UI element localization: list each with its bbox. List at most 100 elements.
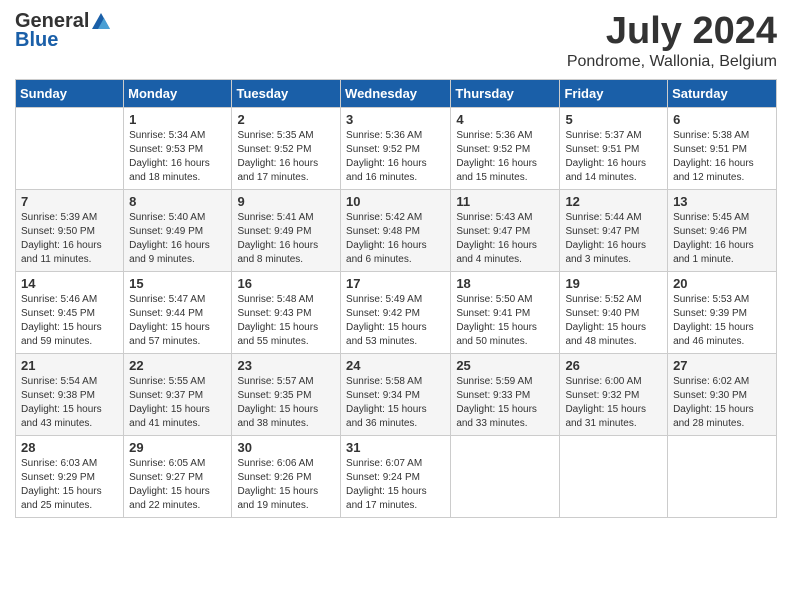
day-number: 21 [21,358,118,373]
day-number: 13 [673,194,771,209]
calendar-cell: 25 Sunrise: 5:59 AM Sunset: 9:33 PM Dayli… [451,354,560,436]
calendar-cell: 30Sunrise: 6:06 AM Sunset: 9:26 PM Dayli… [232,436,341,518]
day-info: Sunrise: 5:53 AM Sunset: 9:39 PM Dayligh… [673,293,771,349]
calendar-cell: 29 Sunrise: 6:05 AM Sunset: 9:27 PM Dayli… [124,436,232,518]
calendar-cell [451,436,560,518]
day-info: Sunrise: 5:37 AM Sunset: 9:51 PM Dayligh… [565,129,662,185]
day-number: 11 [456,194,554,209]
day-info: Sunrise: 6:07 AM Sunset: 9:24 PM Dayligh… [346,457,445,513]
weekday-header: Tuesday [232,80,341,108]
calendar-cell: 2 Sunrise: 5:35 AM Sunset: 9:52 PM Daylig… [232,108,341,190]
day-info: Sunrise: 5:59 AM Sunset: 9:33 PM Dayligh… [456,375,554,431]
calendar-cell [560,436,668,518]
day-info: Sunrise: 6:00 AM Sunset: 9:32 PM Dayligh… [565,375,662,431]
month-title: July 2024 [567,10,777,53]
calendar-cell: 15Sunrise: 5:47 AM Sunset: 9:44 PM Dayli… [124,272,232,354]
day-number: 4 [456,112,554,127]
day-number: 20 [673,276,771,291]
day-info: Sunrise: 5:38 AM Sunset: 9:51 PM Dayligh… [673,129,771,185]
day-number: 17 [346,276,445,291]
calendar-cell: 5Sunrise: 5:37 AM Sunset: 9:51 PM Daylig… [560,108,668,190]
calendar-week-row: 7 Sunrise: 5:39 AM Sunset: 9:50 PM Daylig… [16,190,777,272]
calendar-cell: 12Sunrise: 5:44 AM Sunset: 9:47 PM Dayli… [560,190,668,272]
day-number: 26 [565,358,662,373]
weekday-header: Friday [560,80,668,108]
day-number: 19 [565,276,662,291]
weekday-header: Thursday [451,80,560,108]
day-number: 3 [346,112,445,127]
day-info: Sunrise: 6:06 AM Sunset: 9:26 PM Dayligh… [237,457,335,513]
logo: General Blue [15,10,113,52]
calendar-cell: 28 Sunrise: 6:03 AM Sunset: 9:29 PM Dayli… [16,436,124,518]
day-number: 10 [346,194,445,209]
calendar-cell: 10 Sunrise: 5:42 AM Sunset: 9:48 PM Dayli… [341,190,451,272]
day-info: Sunrise: 6:05 AM Sunset: 9:27 PM Dayligh… [129,457,226,513]
day-number: 12 [565,194,662,209]
day-number: 23 [237,358,335,373]
day-number: 6 [673,112,771,127]
day-info: Sunrise: 5:46 AM Sunset: 9:45 PM Dayligh… [21,293,118,349]
day-info: Sunrise: 5:54 AM Sunset: 9:38 PM Dayligh… [21,375,118,431]
calendar-cell: 24Sunrise: 5:58 AM Sunset: 9:34 PM Dayli… [341,354,451,436]
calendar-week-row: 14 Sunrise: 5:46 AM Sunset: 9:45 PM Dayli… [16,272,777,354]
day-info: Sunrise: 5:40 AM Sunset: 9:49 PM Dayligh… [129,211,226,267]
calendar-cell: 27 Sunrise: 6:02 AM Sunset: 9:30 PM Dayli… [668,354,777,436]
header: General Blue July 2024 Pondrome, Walloni… [15,10,777,71]
logo-blue-text: Blue [15,29,58,52]
day-number: 27 [673,358,771,373]
calendar-cell: 19 Sunrise: 5:52 AM Sunset: 9:40 PM Dayli… [560,272,668,354]
day-info: Sunrise: 5:43 AM Sunset: 9:47 PM Dayligh… [456,211,554,267]
title-section: July 2024 Pondrome, Wallonia, Belgium [567,10,777,71]
day-info: Sunrise: 5:50 AM Sunset: 9:41 PM Dayligh… [456,293,554,349]
day-number: 14 [21,276,118,291]
calendar-week-row: 28 Sunrise: 6:03 AM Sunset: 9:29 PM Dayli… [16,436,777,518]
day-number: 9 [237,194,335,209]
day-info: Sunrise: 5:41 AM Sunset: 9:49 PM Dayligh… [237,211,335,267]
logo-icon [90,11,112,33]
day-number: 31 [346,440,445,455]
day-info: Sunrise: 5:34 AM Sunset: 9:53 PM Dayligh… [129,129,226,185]
calendar-cell: 22 Sunrise: 5:55 AM Sunset: 9:37 PM Dayli… [124,354,232,436]
calendar-cell: 9 Sunrise: 5:41 AM Sunset: 9:49 PM Daylig… [232,190,341,272]
day-info: Sunrise: 5:57 AM Sunset: 9:35 PM Dayligh… [237,375,335,431]
day-info: Sunrise: 5:48 AM Sunset: 9:43 PM Dayligh… [237,293,335,349]
weekday-header: Saturday [668,80,777,108]
day-info: Sunrise: 5:42 AM Sunset: 9:48 PM Dayligh… [346,211,445,267]
day-number: 1 [129,112,226,127]
day-number: 18 [456,276,554,291]
calendar-cell: 26 Sunrise: 6:00 AM Sunset: 9:32 PM Dayli… [560,354,668,436]
calendar-cell: 8 Sunrise: 5:40 AM Sunset: 9:49 PM Daylig… [124,190,232,272]
day-info: Sunrise: 5:45 AM Sunset: 9:46 PM Dayligh… [673,211,771,267]
day-info: Sunrise: 5:47 AM Sunset: 9:44 PM Dayligh… [129,293,226,349]
day-info: Sunrise: 5:55 AM Sunset: 9:37 PM Dayligh… [129,375,226,431]
calendar-cell: 3 Sunrise: 5:36 AM Sunset: 9:52 PM Daylig… [341,108,451,190]
calendar-cell: 23 Sunrise: 5:57 AM Sunset: 9:35 PM Dayli… [232,354,341,436]
day-number: 25 [456,358,554,373]
calendar-cell: 31 Sunrise: 6:07 AM Sunset: 9:24 PM Dayli… [341,436,451,518]
calendar-cell: 20 Sunrise: 5:53 AM Sunset: 9:39 PM Dayli… [668,272,777,354]
weekday-header-row: SundayMondayTuesdayWednesdayThursdayFrid… [16,80,777,108]
calendar-week-row: 21 Sunrise: 5:54 AM Sunset: 9:38 PM Dayli… [16,354,777,436]
calendar-cell [668,436,777,518]
day-number: 29 [129,440,226,455]
weekday-header: Monday [124,80,232,108]
day-info: Sunrise: 5:36 AM Sunset: 9:52 PM Dayligh… [346,129,445,185]
day-number: 2 [237,112,335,127]
day-info: Sunrise: 5:39 AM Sunset: 9:50 PM Dayligh… [21,211,118,267]
calendar-cell: 1 Sunrise: 5:34 AM Sunset: 9:53 PM Daylig… [124,108,232,190]
day-number: 22 [129,358,226,373]
weekday-header: Wednesday [341,80,451,108]
day-info: Sunrise: 6:03 AM Sunset: 9:29 PM Dayligh… [21,457,118,513]
day-info: Sunrise: 5:35 AM Sunset: 9:52 PM Dayligh… [237,129,335,185]
day-info: Sunrise: 5:52 AM Sunset: 9:40 PM Dayligh… [565,293,662,349]
day-number: 7 [21,194,118,209]
day-info: Sunrise: 6:02 AM Sunset: 9:30 PM Dayligh… [673,375,771,431]
weekday-header: Sunday [16,80,124,108]
calendar-cell: 21 Sunrise: 5:54 AM Sunset: 9:38 PM Dayli… [16,354,124,436]
day-info: Sunrise: 5:49 AM Sunset: 9:42 PM Dayligh… [346,293,445,349]
calendar-cell: 17 Sunrise: 5:49 AM Sunset: 9:42 PM Dayli… [341,272,451,354]
day-info: Sunrise: 5:58 AM Sunset: 9:34 PM Dayligh… [346,375,445,431]
day-number: 28 [21,440,118,455]
calendar-cell: 16Sunrise: 5:48 AM Sunset: 9:43 PM Dayli… [232,272,341,354]
day-number: 8 [129,194,226,209]
